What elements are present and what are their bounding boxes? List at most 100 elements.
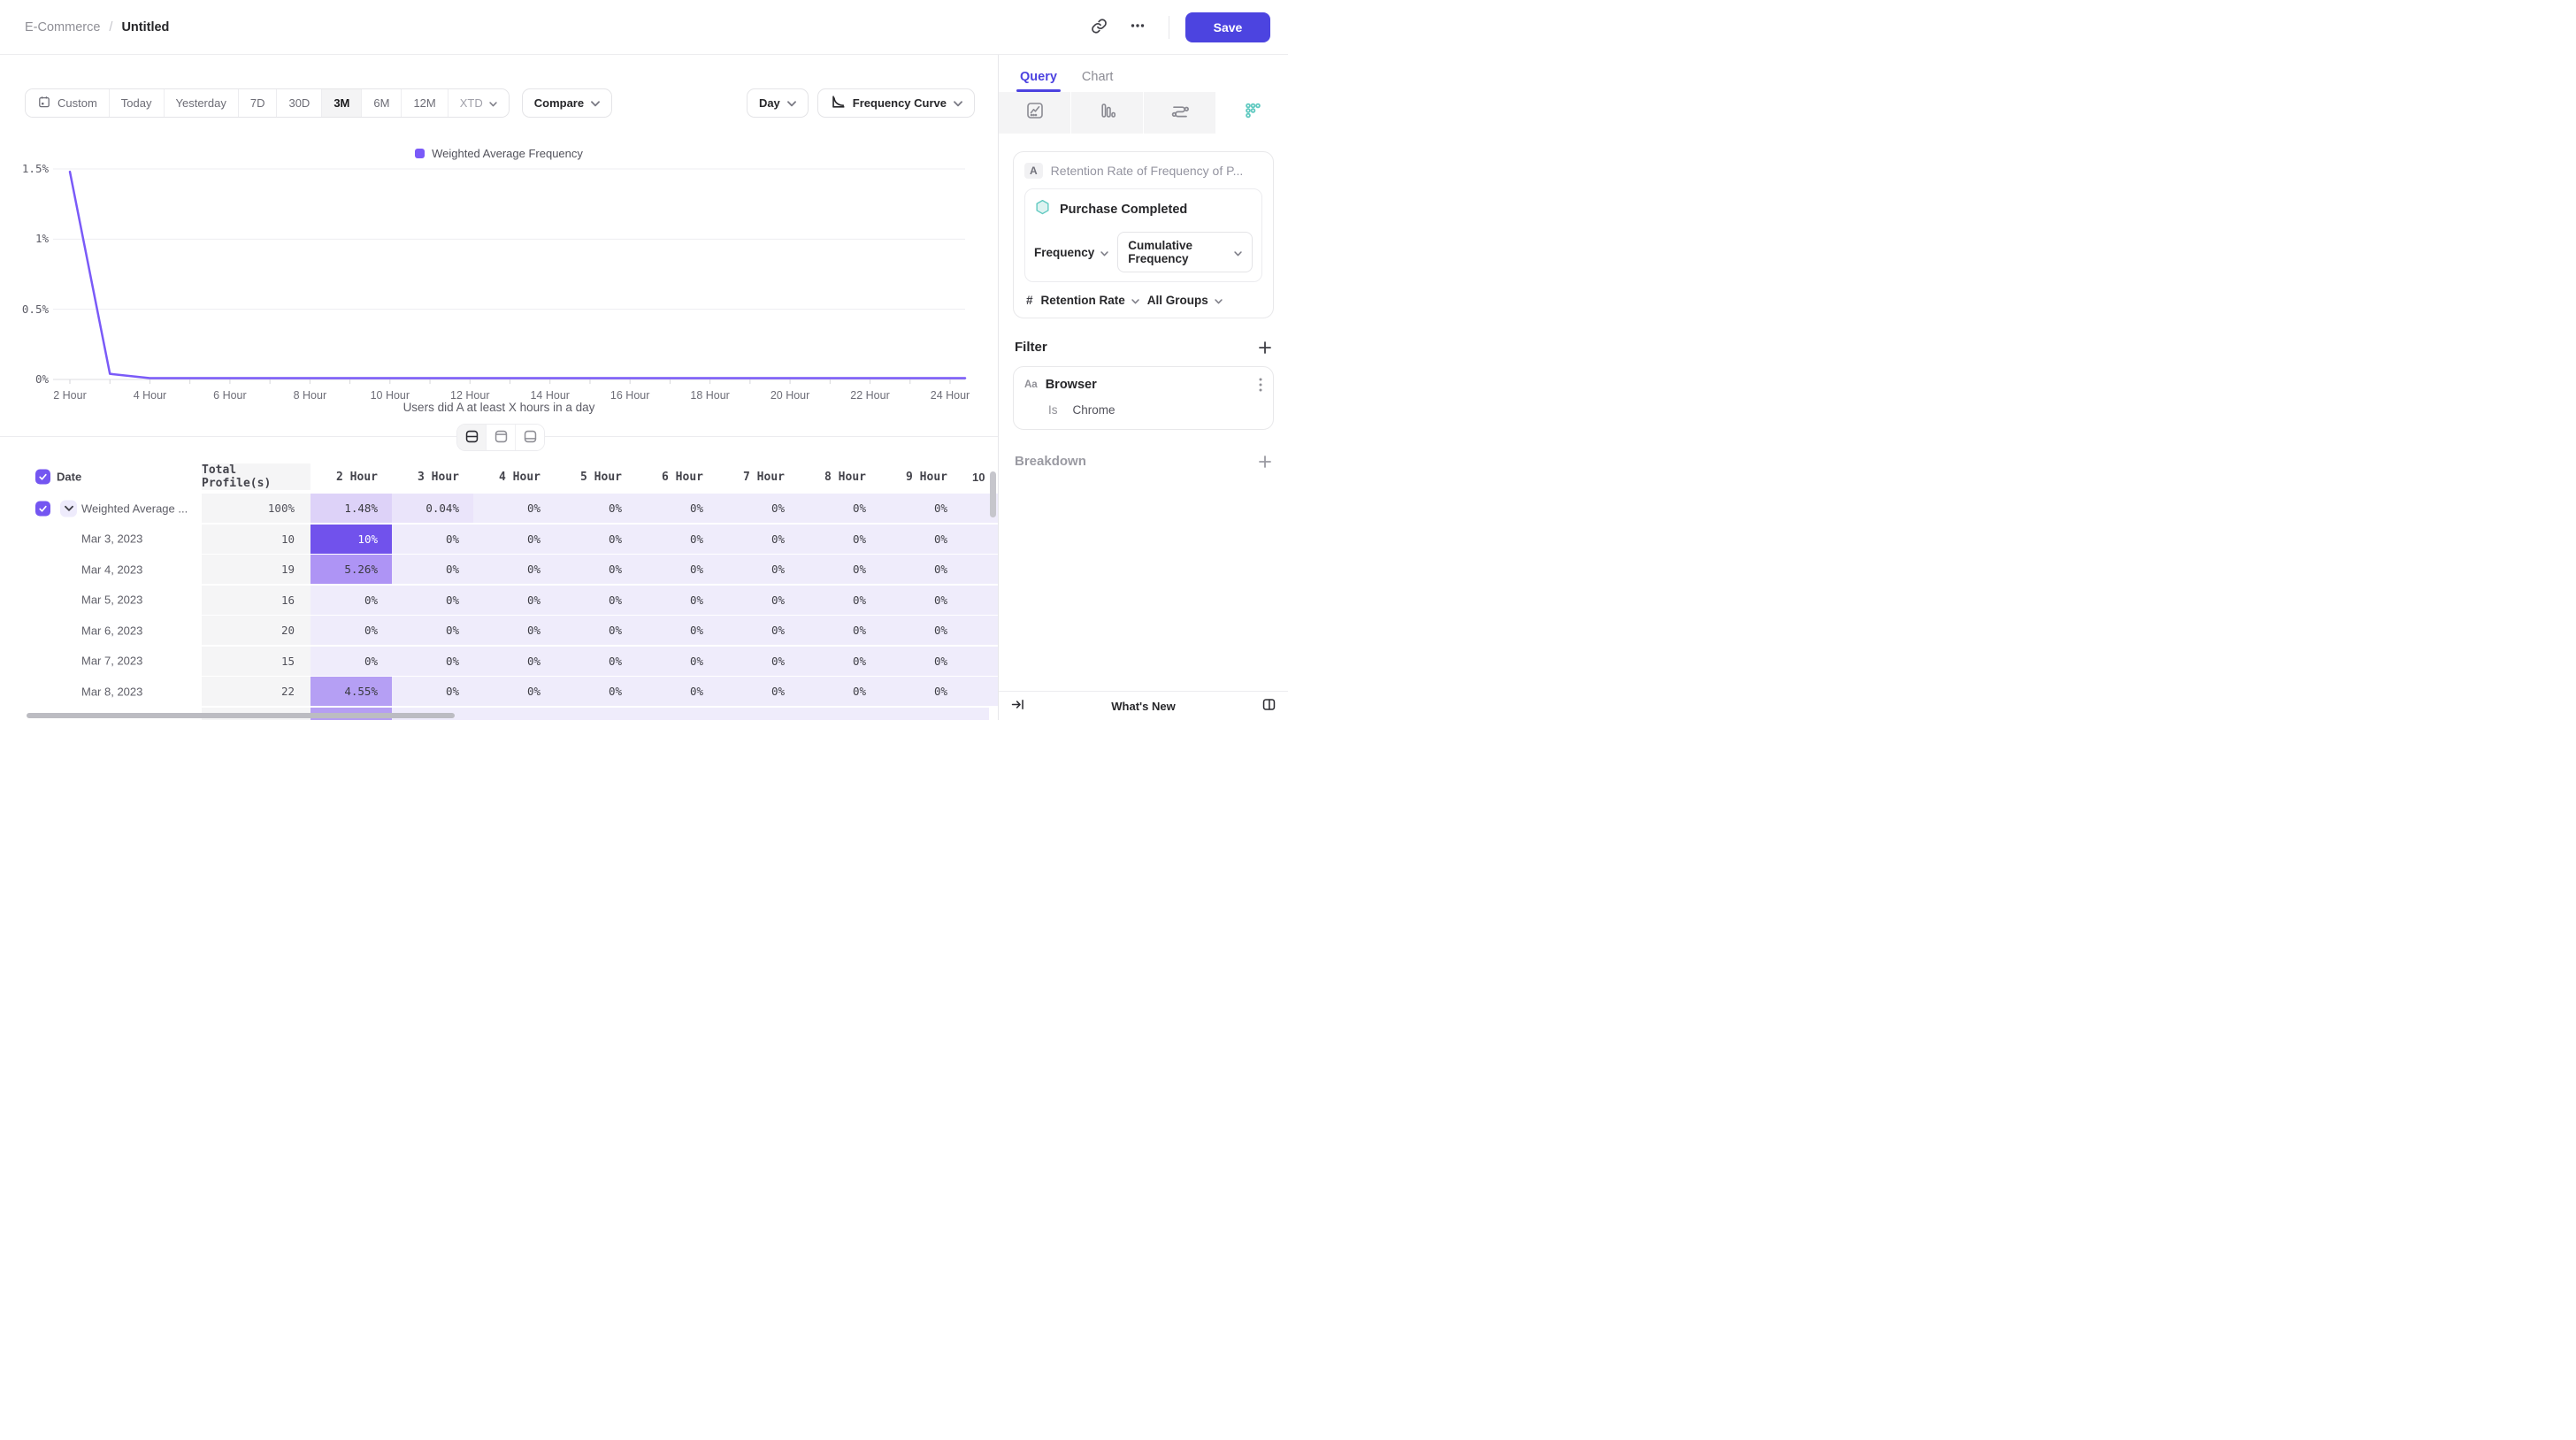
tab-flows-chart[interactable] bbox=[1144, 92, 1216, 134]
value-cell: 0% bbox=[717, 494, 799, 523]
layout-toggle-group bbox=[456, 424, 545, 451]
range-xtd[interactable]: XTD bbox=[448, 89, 509, 117]
layout-split-button[interactable] bbox=[457, 425, 487, 450]
whats-new-link[interactable]: What's New bbox=[1025, 700, 1261, 713]
horizontal-scrollbar[interactable] bbox=[27, 713, 455, 718]
row-label: Mar 8, 2023 bbox=[81, 685, 142, 698]
chevron-down-icon bbox=[954, 96, 962, 110]
x-tick-label: 14 Hour bbox=[518, 389, 583, 402]
query-controls-row: CustomTodayYesterday7D30D3M6M12MXTD Comp… bbox=[25, 88, 975, 118]
table-row[interactable]: Mar 6, 2023200%0%0%0%0%0%0%0% bbox=[25, 616, 989, 645]
range-custom[interactable]: Custom bbox=[26, 89, 110, 117]
collapse-panel-button[interactable] bbox=[1010, 697, 1025, 715]
event-selector[interactable]: Purchase Completed bbox=[1034, 199, 1253, 220]
value-cell: 0% bbox=[799, 586, 880, 615]
layout-chart-only-button[interactable] bbox=[487, 425, 516, 450]
range-today[interactable]: Today bbox=[110, 89, 165, 117]
groups-dropdown[interactable]: All Groups bbox=[1147, 294, 1223, 307]
step-title[interactable]: Retention Rate of Frequency of P... bbox=[1051, 164, 1244, 178]
save-button[interactable]: Save bbox=[1185, 12, 1270, 42]
report-title[interactable]: Untitled bbox=[121, 20, 169, 34]
tab-query[interactable]: Query bbox=[1020, 70, 1057, 92]
table-row[interactable]: Mar 8, 2023224.55%0%0%0%0%0%0%0% bbox=[25, 677, 989, 706]
range-yesterday[interactable]: Yesterday bbox=[165, 89, 239, 117]
date-cell: Mar 3, 2023 bbox=[25, 525, 202, 554]
row-expander-chevron-icon[interactable] bbox=[60, 500, 77, 517]
value-cell bbox=[636, 708, 717, 721]
value-cell: 0% bbox=[392, 647, 473, 676]
copy-link-button[interactable] bbox=[1084, 12, 1114, 42]
value-cell bbox=[555, 708, 636, 721]
table-row[interactable]: Mar 7, 2023150%0%0%0%0%0%0%0% bbox=[25, 647, 989, 676]
value-cell: 0% bbox=[555, 586, 636, 615]
value-cell: 4.55% bbox=[310, 677, 392, 706]
value-cell: 0% bbox=[555, 525, 636, 554]
insights-chart-icon bbox=[1025, 101, 1045, 125]
value-cell: 0% bbox=[636, 586, 717, 615]
value-cell: 0% bbox=[636, 647, 717, 676]
filter-value[interactable]: Chrome bbox=[1073, 403, 1116, 417]
chevron-down-icon bbox=[489, 96, 497, 110]
panel-footer: What's New bbox=[999, 691, 1288, 720]
table-row[interactable]: Weighted Average ...100%1.48%0.04%0%0%0%… bbox=[25, 494, 989, 523]
frequency-type-dropdown[interactable]: Cumulative Frequency bbox=[1117, 232, 1253, 272]
toggle-panel-button[interactable] bbox=[1261, 697, 1276, 715]
line-series-weighted-average-frequency bbox=[0, 143, 998, 409]
chart-view-dropdown[interactable]: Frequency Curve bbox=[817, 88, 975, 118]
link-icon bbox=[1091, 18, 1108, 37]
total-profiles-cell: 15 bbox=[202, 647, 310, 676]
vertical-scrollbar[interactable] bbox=[990, 471, 996, 517]
value-cell: 0% bbox=[717, 677, 799, 706]
more-options-button[interactable] bbox=[1123, 12, 1153, 42]
range-7d[interactable]: 7D bbox=[239, 89, 278, 117]
query-step-card: A Retention Rate of Frequency of P... Pu… bbox=[1013, 151, 1274, 318]
add-breakdown-button[interactable] bbox=[1258, 455, 1272, 469]
chevron-down-icon bbox=[1234, 246, 1242, 259]
breadcrumb-project[interactable]: E-Commerce bbox=[25, 20, 100, 34]
column-header-label: Date bbox=[57, 471, 81, 484]
x-tick-label: 22 Hour bbox=[838, 389, 903, 402]
value-cell: 0% bbox=[799, 525, 880, 554]
range-12m[interactable]: 12M bbox=[402, 89, 448, 117]
filter-property-name[interactable]: Browser bbox=[1046, 378, 1251, 392]
total-profiles-cell: 10 bbox=[202, 525, 310, 554]
x-tick-label: 10 Hour bbox=[357, 389, 423, 402]
add-filter-button[interactable] bbox=[1258, 341, 1272, 355]
tab-bar-chart[interactable] bbox=[1071, 92, 1144, 134]
chevron-down-icon bbox=[1131, 294, 1139, 307]
date-cell: Mar 5, 2023 bbox=[25, 586, 202, 615]
table-row[interactable]: Mar 5, 2023160%0%0%0%0%0%0%0% bbox=[25, 586, 989, 615]
table-row[interactable]: Mar 4, 2023195.26%0%0%0%0%0%0%0% bbox=[25, 555, 989, 584]
compare-button[interactable]: Compare bbox=[522, 88, 612, 118]
collapse-arrow-icon bbox=[1010, 697, 1025, 715]
tab-retention-chart[interactable] bbox=[1216, 92, 1288, 134]
range-30d[interactable]: 30D bbox=[277, 89, 322, 117]
total-profiles-cell: 100% bbox=[202, 494, 310, 523]
table-row[interactable]: Mar 3, 20231010%0%0%0%0%0%0%0% bbox=[25, 525, 989, 554]
tab-chart[interactable]: Chart bbox=[1082, 70, 1113, 92]
value-cell: 0% bbox=[473, 555, 555, 584]
filter-kebab-menu[interactable] bbox=[1259, 378, 1262, 392]
layout-table-only-button[interactable] bbox=[516, 425, 544, 450]
row-checkbox[interactable] bbox=[35, 501, 50, 516]
filter-section-label: Filter bbox=[1015, 340, 1047, 355]
select-all-checkbox[interactable] bbox=[35, 470, 50, 485]
chevron-down-icon bbox=[787, 96, 796, 110]
frequency-dropdown[interactable]: Frequency bbox=[1034, 246, 1108, 259]
tab-insights-chart[interactable] bbox=[999, 92, 1071, 134]
event-name: Purchase Completed bbox=[1060, 203, 1187, 217]
value-cell: 0% bbox=[636, 494, 717, 523]
measure-dropdown[interactable]: Retention Rate bbox=[1041, 294, 1139, 307]
value-cell: 0% bbox=[392, 677, 473, 706]
layout-split-icon bbox=[464, 429, 479, 447]
value-cell: 0% bbox=[880, 494, 962, 523]
y-tick-label: 0% bbox=[0, 372, 49, 386]
date-cell: Weighted Average ... bbox=[25, 494, 202, 523]
filter-operator[interactable]: Is bbox=[1048, 403, 1058, 417]
event-hexagon-icon bbox=[1034, 199, 1051, 220]
value-cell: 0% bbox=[880, 525, 962, 554]
range-6m[interactable]: 6M bbox=[362, 89, 402, 117]
granularity-dropdown[interactable]: Day bbox=[747, 88, 809, 118]
query-panel: Query Chart A Retention Rate of Frequenc… bbox=[998, 55, 1288, 720]
range-3m[interactable]: 3M bbox=[322, 89, 362, 117]
